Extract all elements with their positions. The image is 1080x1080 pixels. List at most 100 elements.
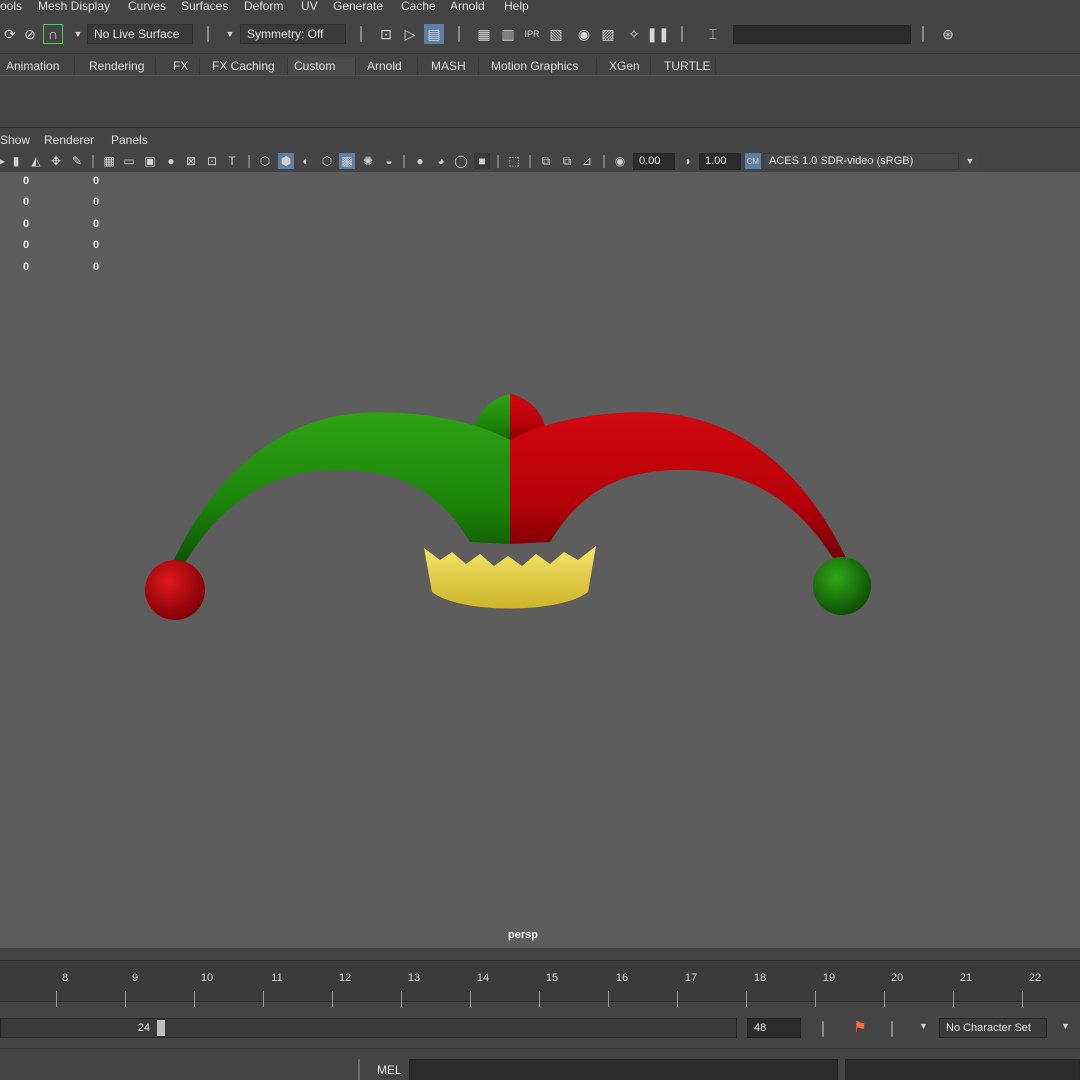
tab-rendering[interactable]: Rendering xyxy=(83,57,156,75)
menu-generate[interactable]: Generate xyxy=(333,0,383,13)
hypershade-icon[interactable]: ▧ xyxy=(546,24,566,44)
smooth-shade-icon[interactable]: ⬢ xyxy=(278,153,294,169)
camera-attributes-icon[interactable]: ◭ xyxy=(28,153,44,169)
animation-end-field[interactable]: 48 xyxy=(747,1018,801,1038)
input-line-mode-icon[interactable]: ⌶ xyxy=(703,24,723,44)
menu-arnold[interactable]: Arnold xyxy=(450,0,485,13)
render-sequence-icon[interactable]: ▥ xyxy=(498,24,518,44)
menu-curves[interactable]: Curves xyxy=(128,0,166,13)
open-render-view-icon[interactable]: ▷ xyxy=(400,24,420,44)
live-surface-field[interactable]: No Live Surface xyxy=(87,24,193,44)
frame-tick xyxy=(815,991,816,1007)
sign-in-icon[interactable]: ⊛ xyxy=(938,24,958,44)
character-set-field[interactable]: No Character Set xyxy=(939,1018,1047,1038)
gamma-icon[interactable]: ◑ xyxy=(679,153,695,169)
wireframe-icon[interactable]: ⬡ xyxy=(257,153,273,169)
color-space-select[interactable]: ACES 1.0 SDR-video (sRGB) xyxy=(763,153,959,170)
snap-to-grid-icon[interactable]: ⟳ xyxy=(0,24,20,44)
grid-icon[interactable]: ▦ xyxy=(101,153,117,169)
arnold-render-view-icon[interactable]: ◉ xyxy=(574,24,594,44)
exposure-icon[interactable]: ◉ xyxy=(612,153,628,169)
tab-fx[interactable]: FX xyxy=(167,57,200,75)
backface-culling-icon[interactable]: ⊿ xyxy=(579,153,595,169)
symmetry-dropdown-icon[interactable]: ▼ xyxy=(220,24,240,44)
menu-uv[interactable]: UV xyxy=(301,0,318,13)
script-language-label[interactable]: MEL xyxy=(377,1063,402,1077)
use-all-lights-icon[interactable]: ✺ xyxy=(360,153,376,169)
gamma-field[interactable]: 1.00 xyxy=(699,153,741,170)
depth-of-field-icon[interactable]: ■ xyxy=(474,153,490,169)
safe-action-icon[interactable]: ⊡ xyxy=(204,153,220,169)
menu-tools[interactable]: ools xyxy=(0,0,22,13)
render-settings-icon[interactable]: ▤ xyxy=(424,24,444,44)
snap-to-curve-icon[interactable]: ⊘ xyxy=(20,24,40,44)
menu-surfaces[interactable]: Surfaces xyxy=(181,0,228,13)
tab-fx-caching[interactable]: FX Caching xyxy=(206,57,288,75)
panel-menu-renderer[interactable]: Renderer xyxy=(44,133,94,147)
symmetry-field[interactable]: Symmetry: Off xyxy=(240,24,346,44)
safe-title-icon[interactable]: T xyxy=(224,153,240,169)
light-editor-icon[interactable]: ✧ xyxy=(624,24,644,44)
panel-menu-panels[interactable]: Panels xyxy=(111,133,148,147)
render-setup-icon[interactable]: ▨ xyxy=(598,24,618,44)
snap-to-point-magnet-icon[interactable]: ∩ xyxy=(43,24,63,44)
menu-mesh-display[interactable]: Mesh Display xyxy=(38,0,110,13)
field-chart-icon[interactable]: ⊠ xyxy=(183,153,199,169)
toolbar-separator xyxy=(358,1059,360,1080)
xray-joints-icon[interactable]: ⧉ xyxy=(559,153,575,169)
tab-animation[interactable]: Animation xyxy=(0,57,75,75)
frame-tick xyxy=(401,991,402,1007)
auto-key-icon[interactable]: ⚑ xyxy=(851,1018,869,1038)
chevron-down-icon[interactable]: ▼ xyxy=(1061,1021,1070,1031)
time-slider[interactable]: 8 9 10 11 12 13 14 15 16 17 18 19 20 21 … xyxy=(0,952,1080,1010)
frame-tick xyxy=(263,991,264,1007)
frame-number: 18 xyxy=(753,972,767,984)
menu-deform[interactable]: Deform xyxy=(244,0,283,13)
perspective-viewport[interactable]: 0 0 0 0 0 0 0 0 0 0 persp xyxy=(0,172,1080,948)
exposure-field[interactable]: 0.00 xyxy=(633,153,675,170)
chevron-down-icon[interactable]: ▼ xyxy=(961,153,979,169)
hat-left-arm xyxy=(172,412,510,568)
pause-viewport-icon[interactable]: ❚❚ xyxy=(646,24,669,44)
range-slider[interactable] xyxy=(0,1018,737,1038)
ipr-render-icon[interactable]: IPR xyxy=(522,24,542,44)
gate-mask-icon[interactable]: ● xyxy=(163,153,179,169)
input-line-field[interactable] xyxy=(733,25,911,44)
default-lighting-icon[interactable]: ◐ xyxy=(298,153,314,169)
render-current-frame-icon[interactable]: ▦ xyxy=(474,24,494,44)
image-plane-icon[interactable]: ✥ xyxy=(48,153,64,169)
color-management-icon[interactable]: CM xyxy=(745,153,761,169)
chevron-down-icon[interactable]: ▼ xyxy=(919,1021,928,1031)
wireframe-on-shaded-icon[interactable]: ⬡ xyxy=(319,153,335,169)
toolbar-separator xyxy=(403,155,405,168)
resolution-gate-icon[interactable]: ▣ xyxy=(142,153,158,169)
tab-motion-graphics[interactable]: Motion Graphics xyxy=(485,57,597,75)
command-input[interactable] xyxy=(409,1059,838,1080)
shadows-icon[interactable]: ◒ xyxy=(381,153,397,169)
frame-number: 21 xyxy=(959,972,973,984)
panel-menu-show[interactable]: Show xyxy=(0,133,30,147)
anti-aliasing-icon[interactable]: ◯ xyxy=(453,153,469,169)
isolate-select-icon[interactable]: ⬚ xyxy=(506,153,522,169)
range-slider-handle[interactable] xyxy=(157,1020,165,1036)
tab-arnold[interactable]: Arnold xyxy=(361,57,418,75)
tab-xgen[interactable]: XGen xyxy=(603,57,651,75)
chevron-down-icon[interactable]: ▼ xyxy=(68,24,88,44)
frame-number: 9 xyxy=(131,972,139,984)
grease-pencil-icon[interactable]: ✎ xyxy=(69,153,85,169)
frame-number: 15 xyxy=(545,972,559,984)
motion-blur-icon[interactable]: ◕ xyxy=(433,153,449,169)
tab-custom[interactable]: Custom xyxy=(288,57,356,75)
time-slider-track[interactable]: 8 9 10 11 12 13 14 15 16 17 18 19 20 21 … xyxy=(0,960,1080,1007)
jester-hat-model[interactable] xyxy=(0,172,1080,948)
xray-icon[interactable]: ⧉ xyxy=(538,153,554,169)
bookmark-icon[interactable]: ▮ xyxy=(8,153,24,169)
film-gate-icon[interactable]: ▭ xyxy=(121,153,137,169)
tab-mash[interactable]: MASH xyxy=(425,57,479,75)
textured-icon[interactable]: ▩ xyxy=(339,153,355,169)
menu-cache[interactable]: Cache xyxy=(401,0,436,13)
menu-help[interactable]: Help xyxy=(504,0,529,13)
construction-history-icon[interactable]: ⊡ xyxy=(376,24,396,44)
screen-space-ao-icon[interactable]: ● xyxy=(412,153,428,169)
tab-turtle[interactable]: TURTLE xyxy=(658,57,716,75)
